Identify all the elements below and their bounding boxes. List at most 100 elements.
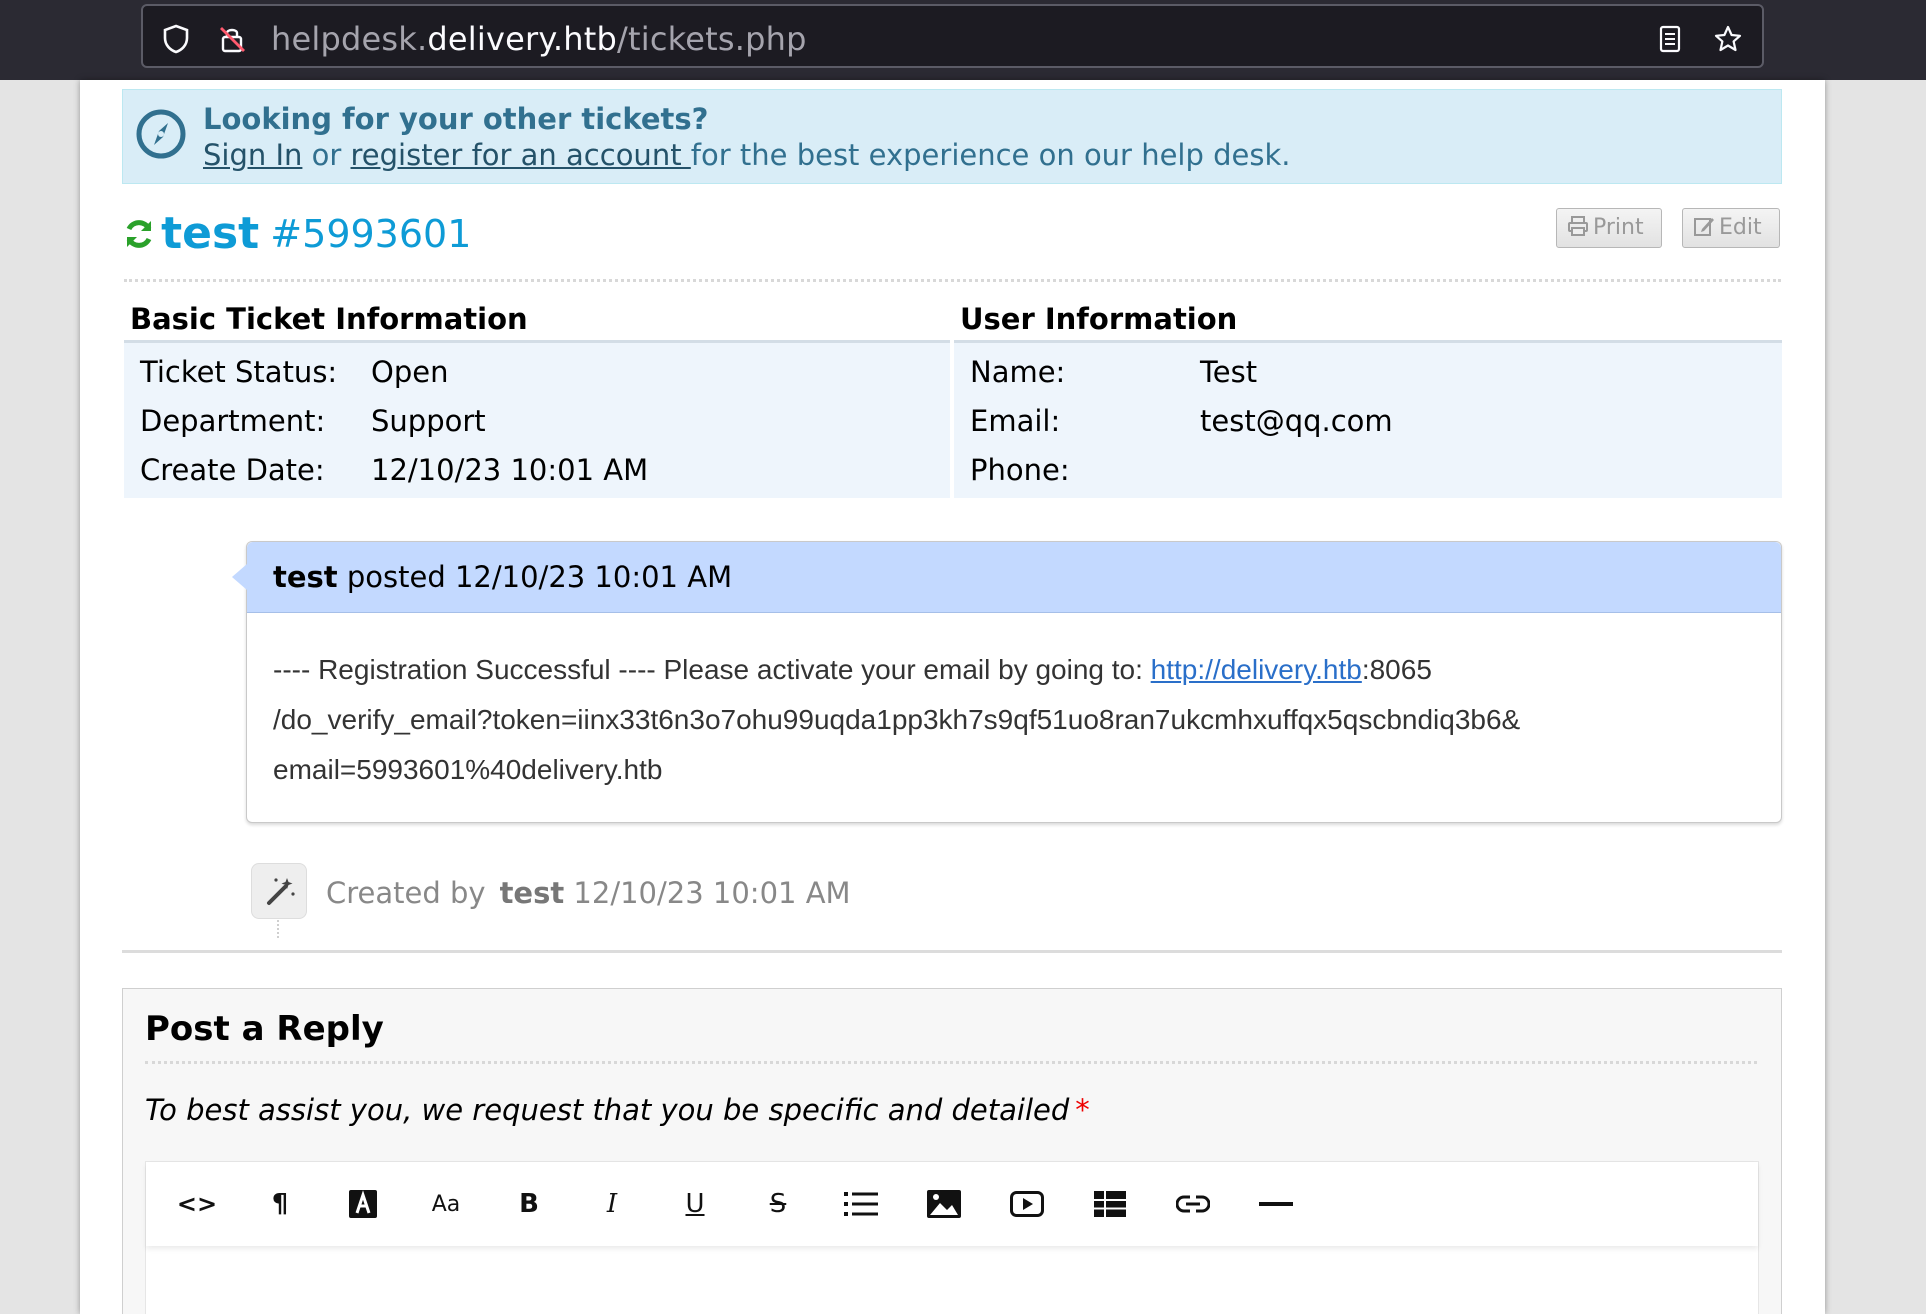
basic-info-heading: Basic Ticket Information [130, 302, 528, 336]
phone-label: Phone: [970, 453, 1070, 487]
name-label: Name: [970, 355, 1066, 389]
bold-button[interactable]: B [504, 1180, 554, 1228]
strikethrough-icon: S [769, 1189, 787, 1219]
register-link[interactable]: register for an account [351, 138, 691, 172]
thread-pointer [232, 564, 247, 590]
ticket-status-row: Ticket Status: Open [124, 349, 950, 398]
delivery-link[interactable]: http://delivery.htb [1151, 654, 1362, 685]
banner-title: Looking for your other tickets? [203, 102, 709, 136]
email-label: Email: [970, 404, 1061, 438]
horizontal-rule-button[interactable] [1251, 1180, 1301, 1228]
refresh-icon[interactable] [122, 217, 156, 251]
required-mark: * [1075, 1093, 1090, 1127]
strikethrough-button[interactable]: S [753, 1180, 803, 1228]
code-view-button[interactable]: <> [172, 1180, 222, 1228]
reply-editor[interactable]: <> ¶ Aa B I U S [145, 1161, 1759, 1314]
list-button[interactable] [836, 1180, 886, 1228]
url-text[interactable]: helpdesk.delivery.htb/tickets.php [271, 20, 807, 58]
browser-toolbar: helpdesk.delivery.htb/tickets.php [0, 0, 1926, 80]
image-button[interactable] [919, 1180, 969, 1228]
reader-view-icon[interactable] [1655, 24, 1685, 54]
print-icon [1568, 216, 1588, 236]
url-prefix: helpdesk. [271, 20, 428, 58]
banner-rest: for the best experience on our help desk… [690, 138, 1291, 172]
user-info-heading: User Information [960, 302, 1238, 336]
address-bar[interactable]: helpdesk.delivery.htb/tickets.php [141, 4, 1764, 68]
horizontal-rule-icon [1259, 1202, 1293, 1206]
info-banner: Looking for your other tickets? Sign In … [122, 89, 1782, 184]
link-button[interactable] [1168, 1180, 1218, 1228]
ticket-title: test #5993601 [122, 208, 471, 259]
basic-info-table: Ticket Status: Open Department: Support … [124, 340, 950, 498]
basic-ticket-info: Basic Ticket Information Ticket Status: … [124, 302, 950, 498]
thread-body-text: ---- Registration Successful ---- Please… [273, 654, 1151, 685]
event-author: test [499, 876, 565, 910]
department-label: Department: [140, 404, 326, 438]
editor-toolbar: <> ¶ Aa B I U S [146, 1162, 1758, 1246]
edit-label: Edit [1719, 215, 1762, 240]
reply-separator [145, 1061, 1757, 1064]
user-info: User Information Name: Test Email: test@… [954, 302, 1782, 498]
underline-button[interactable]: U [670, 1180, 720, 1228]
reply-form: Post a Reply To best assist you, we requ… [122, 988, 1782, 1314]
reply-hint-text: To best assist you, we request that you … [145, 1093, 1070, 1127]
shield-icon[interactable] [161, 24, 191, 54]
ticket-status-value: Open [371, 355, 449, 389]
page-content: Looking for your other tickets? Sign In … [80, 80, 1825, 1314]
table-button[interactable] [1085, 1180, 1135, 1228]
image-icon [927, 1190, 961, 1218]
thread-body-line-3: email=5993601%40delivery.htb [273, 754, 663, 785]
font-size-button[interactable]: Aa [421, 1180, 471, 1228]
create-date-label: Create Date: [140, 453, 325, 487]
video-button[interactable] [1002, 1180, 1052, 1228]
font-color-button[interactable] [338, 1180, 388, 1228]
created-event: Created by test 12/10/23 10:01 AM [326, 876, 851, 910]
department-value: Support [371, 404, 486, 438]
edit-icon [1694, 218, 1714, 236]
bold-icon: B [519, 1189, 539, 1219]
banner-or: or [302, 138, 351, 172]
paragraph-button[interactable]: ¶ [255, 1180, 305, 1228]
ticket-number: #5993601 [270, 211, 472, 256]
font-size-icon: Aa [431, 1191, 461, 1217]
url-domain: delivery.htb [427, 20, 618, 58]
compass-icon [136, 109, 186, 159]
thread-posted-time: posted 12/10/23 10:01 AM [337, 560, 733, 594]
create-date-value: 12/10/23 10:01 AM [371, 453, 649, 487]
link-icon [1176, 1195, 1210, 1213]
thread-author: test [273, 560, 338, 594]
created-by-label: Created by [326, 876, 486, 910]
thread-body-port: :8065 [1361, 654, 1432, 685]
name-row: Name: Test [954, 349, 1782, 398]
table-icon [1094, 1191, 1126, 1217]
list-icon [844, 1192, 878, 1216]
code-icon: <> [176, 1190, 218, 1218]
sign-in-link[interactable]: Sign In [203, 138, 302, 172]
print-button[interactable]: Print [1556, 208, 1662, 248]
create-date-row: Create Date: 12/10/23 10:01 AM [124, 447, 950, 496]
font-color-icon [349, 1190, 377, 1218]
italic-button[interactable]: I [587, 1180, 637, 1228]
thread-body-line-2: /do_verify_email?token=iinx33t6n3o7ohu99… [273, 704, 1521, 735]
name-value: Test [1200, 355, 1258, 389]
title-separator [124, 279, 1781, 282]
user-info-table: Name: Test Email: test@qq.com Phone: [954, 340, 1782, 498]
paragraph-icon: ¶ [271, 1189, 289, 1219]
url-path: /tickets.php [617, 20, 807, 58]
reply-title: Post a Reply [145, 1009, 384, 1049]
thread-entry: test posted 12/10/23 10:01 AM ---- Regis… [232, 541, 1782, 823]
event-time: 12/10/23 10:01 AM [564, 876, 851, 910]
email-row: Email: test@qq.com [954, 398, 1782, 447]
email-value: test@qq.com [1200, 404, 1393, 438]
ticket-subject[interactable]: test [161, 208, 259, 259]
thread-entry-header: test posted 12/10/23 10:01 AM [232, 542, 1781, 613]
department-row: Department: Support [124, 398, 950, 447]
thread-body: ---- Registration Successful ---- Please… [247, 613, 1781, 827]
italic-icon: I [606, 1189, 618, 1219]
insecure-lock-icon[interactable] [217, 24, 247, 54]
thread-header-text: test posted 12/10/23 10:01 AM [273, 560, 732, 594]
phone-row: Phone: [954, 447, 1782, 496]
ticket-status-label: Ticket Status: [140, 355, 338, 389]
edit-button[interactable]: Edit [1682, 208, 1780, 248]
bookmark-star-icon[interactable] [1713, 24, 1743, 54]
